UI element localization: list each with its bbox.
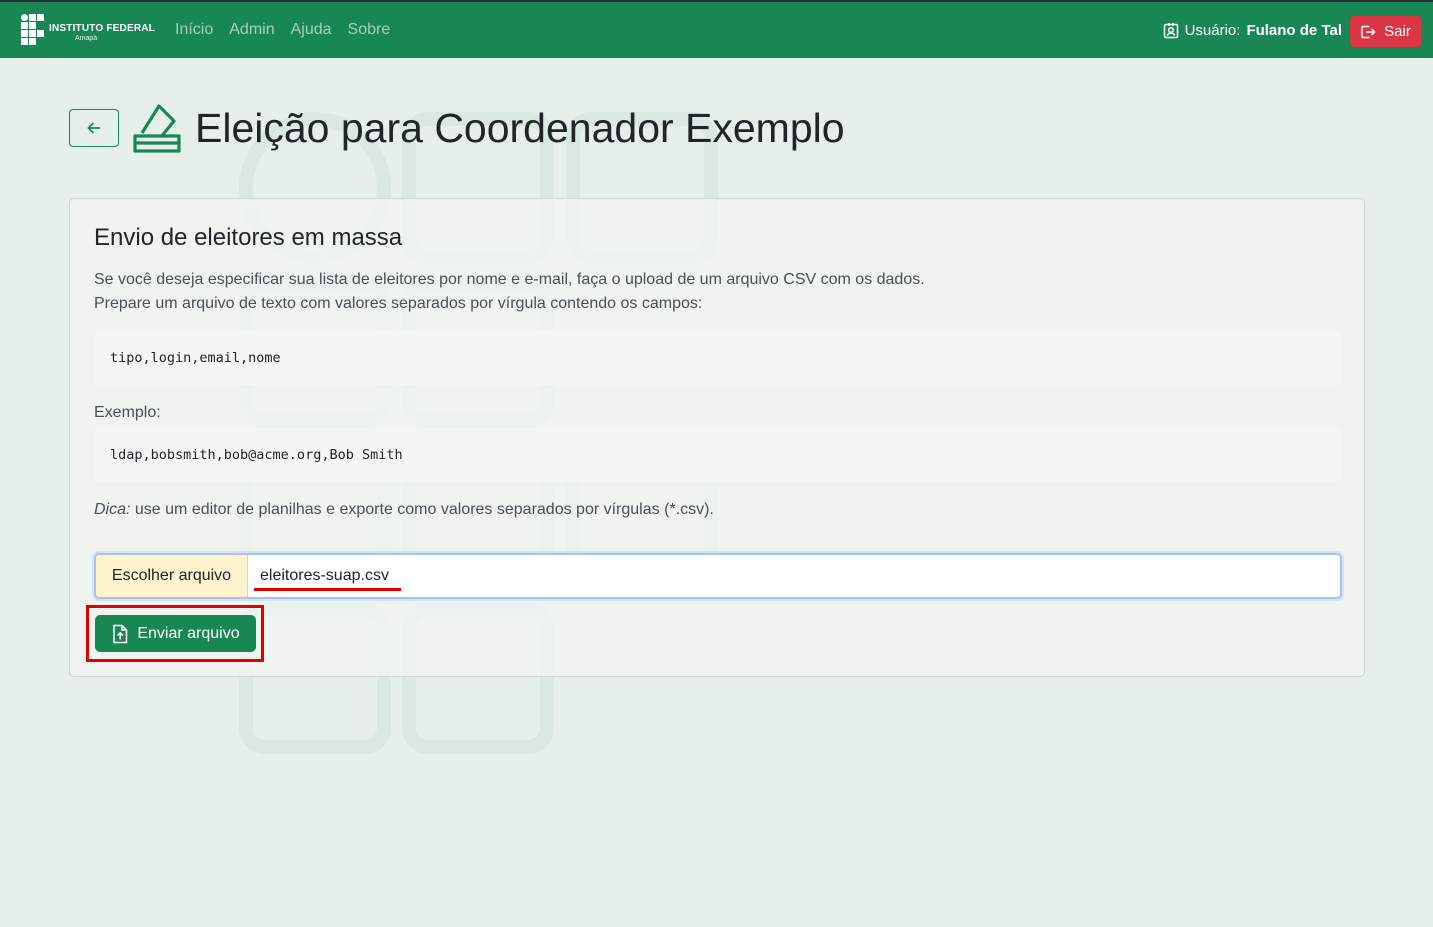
file-name-highlight: [254, 588, 401, 591]
selected-file-name: eleitores-suap.csv: [248, 555, 401, 597]
example-label: Exemplo:: [94, 404, 161, 421]
main-nav: Início Admin Ajuda Sobre: [175, 21, 390, 39]
logout-icon: [1361, 25, 1376, 38]
nav-link-ajuda[interactable]: Ajuda: [291, 21, 332, 39]
back-button[interactable]: [69, 109, 119, 147]
submit-file-button[interactable]: Enviar arquivo: [95, 615, 256, 652]
intro-line-2: Prepare um arquivo de texto com valores …: [94, 295, 703, 312]
tip-body: use um editor de planilhas e exporte com…: [130, 501, 714, 518]
example-code-block: ldap,bobsmith,bob@acme.org,Bob Smith: [94, 428, 1341, 482]
bulk-upload-card: Envio de eleitores em massa Se você dese…: [69, 198, 1365, 677]
tip-text: Dica: use um editor de planilhas e expor…: [94, 498, 714, 522]
top-navbar: INSTITUTO FEDERAL Amapá Início Admin Aju…: [0, 0, 1433, 58]
logout-label: Sair: [1384, 23, 1411, 40]
page-title: Eleição para Coordenador Exemplo: [195, 105, 845, 151]
card-title: Envio de eleitores em massa: [94, 224, 403, 251]
user-name: Fulano de Tal: [1246, 22, 1342, 39]
nav-link-inicio[interactable]: Início: [175, 21, 213, 39]
choose-file-button[interactable]: Escolher arquivo: [96, 555, 248, 597]
file-input[interactable]: Escolher arquivo eleitores-suap.csv: [94, 553, 1342, 599]
brand-logo[interactable]: INSTITUTO FEDERAL Amapá: [20, 13, 155, 47]
arrow-left-icon: [87, 122, 100, 134]
file-upload-icon: [113, 624, 128, 643]
fields-code-block: tipo,login,email,nome: [94, 331, 1341, 385]
brand-subtitle: Amapá: [75, 35, 98, 42]
intro-line-1: Se você deseja especificar sua lista de …: [94, 271, 925, 288]
ballot-box-icon: [133, 104, 181, 153]
user-badge-icon: [1163, 23, 1178, 39]
example-code: ldap,bobsmith,bob@acme.org,Bob Smith: [110, 447, 403, 463]
nav-link-sobre[interactable]: Sobre: [348, 21, 391, 39]
nav-link-admin[interactable]: Admin: [229, 21, 274, 39]
submit-highlight-box: Enviar arquivo: [86, 605, 264, 662]
submit-label: Enviar arquivo: [137, 624, 240, 642]
brand-name: INSTITUTO FEDERAL: [49, 23, 155, 34]
logout-button[interactable]: Sair: [1350, 16, 1421, 47]
fields-code: tipo,login,email,nome: [110, 350, 281, 366]
institute-logo-icon: [20, 14, 46, 46]
user-label: Usuário:: [1184, 22, 1241, 39]
tip-label: Dica:: [94, 501, 131, 518]
user-info: Usuário: Fulano de Tal: [1163, 22, 1342, 39]
